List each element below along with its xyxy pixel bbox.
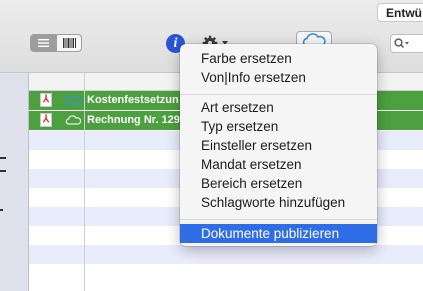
barcode-view-button[interactable] [56,35,81,51]
barcode-view-icon [63,38,76,48]
menu-item-mandat-ersetzen[interactable]: Mandat ersetzen [180,155,377,174]
menu-separator [180,94,377,95]
sidebar [0,73,29,291]
list-view-button[interactable] [31,35,56,51]
tab-entwuerfe[interactable]: Entwü [377,3,423,22]
menu-item-typ-ersetzen[interactable]: Typ ersetzen [180,117,377,136]
pdf-icon: ⅄ [40,113,52,127]
cloud-icon-blue [65,95,81,105]
menu-item-schlagworte-hinzufuegen[interactable]: Schlagworte hinzufügen [180,193,377,212]
search-field[interactable] [390,34,423,53]
sidebar-text-fragment [0,170,6,172]
sidebar-text-fragment [0,209,3,211]
menu-item-vonfo-ersetzen[interactable]: Von|Info ersetzen [180,68,377,87]
pdf-icon: ⅄ [40,93,52,107]
search-icon [394,38,409,48]
menu-item-farbe-ersetzen[interactable]: Farbe ersetzen [180,49,377,68]
menu-item-bereich-ersetzen[interactable]: Bereich ersetzen [180,174,377,193]
menu-item-art-ersetzen[interactable]: Art ersetzen [180,98,377,117]
view-toggle[interactable] [30,34,82,52]
sidebar-text-fragment [0,157,6,159]
menu-item-dokumente-publizieren[interactable]: Dokumente publizieren [180,224,377,243]
menu-item-einsteller-ersetzen[interactable]: Einsteller ersetzen [180,136,377,155]
cloud-icon-outline [65,115,81,125]
column-divider [84,73,85,291]
menu-separator [180,219,377,220]
table-row [29,245,423,264]
context-menu: Farbe ersetzen Von|Info ersetzen Art ers… [180,44,377,246]
list-view-icon [38,39,49,47]
table-row [29,264,423,283]
